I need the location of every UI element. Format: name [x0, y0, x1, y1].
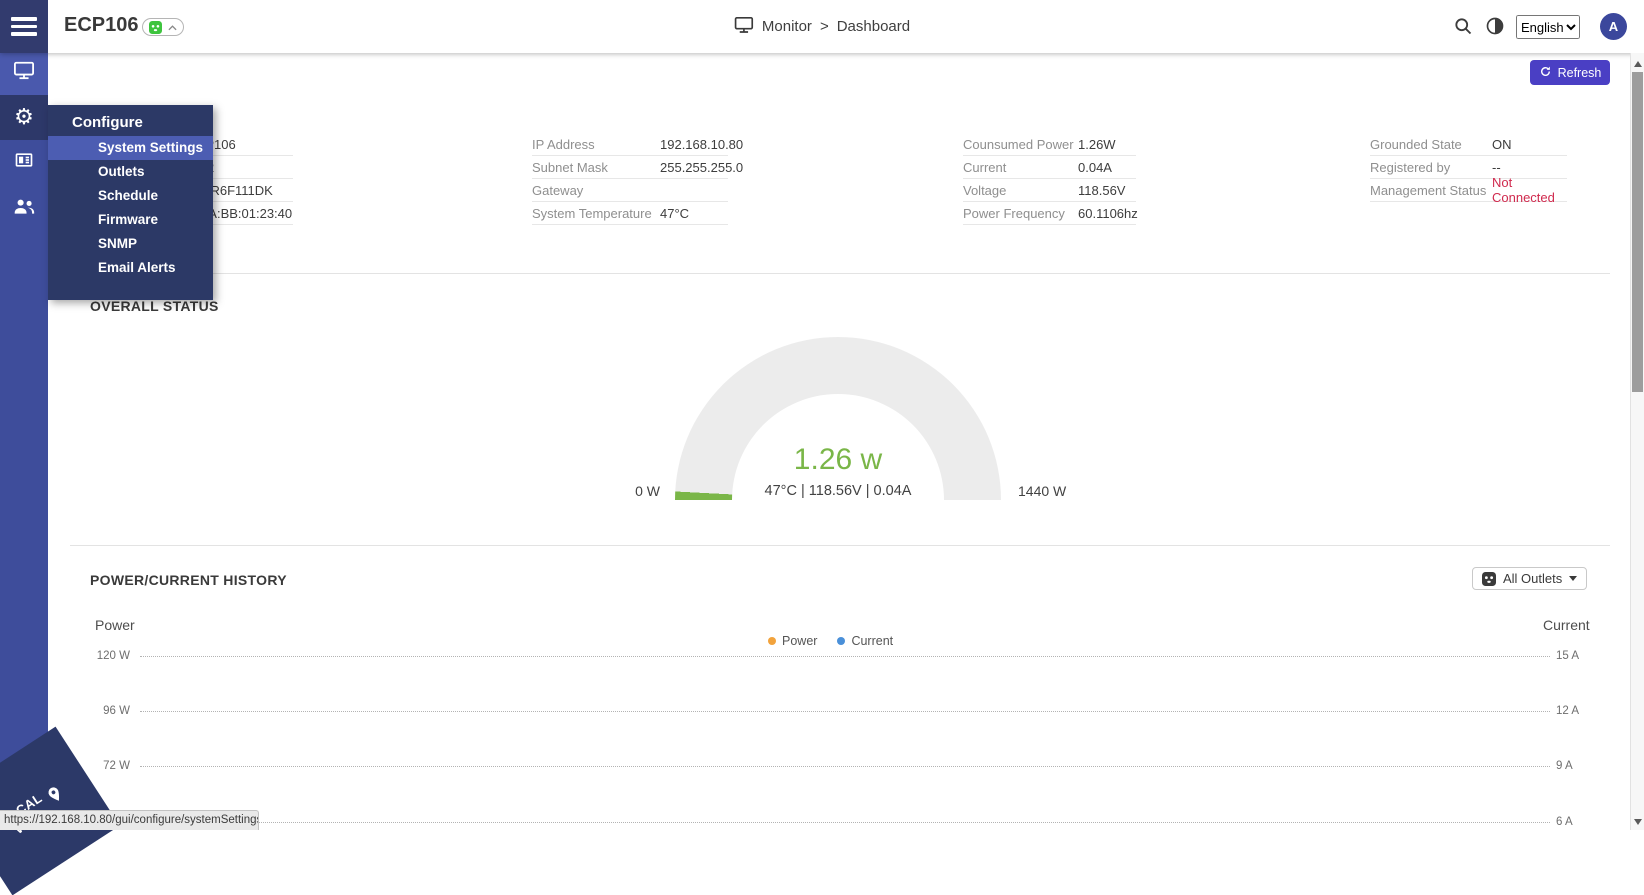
scroll-up-button[interactable] — [1631, 55, 1644, 72]
status-badge: Not Connected — [1492, 175, 1567, 205]
breadcrumb-separator: > — [820, 18, 829, 35]
chart-legend: Power Current — [768, 634, 893, 648]
menu-item-email-alerts[interactable]: Email Alerts — [48, 256, 213, 280]
gauge-min-label: 0 W — [600, 483, 660, 499]
scrollbar[interactable] — [1630, 53, 1644, 830]
search-button[interactable] — [1452, 16, 1474, 38]
triangle-down-icon — [1634, 819, 1642, 825]
hamburger-menu-button[interactable] — [0, 0, 48, 53]
right-axis-title: Current — [1543, 617, 1590, 633]
gauge-sub-label: 47°C | 118.56V | 0.04A — [675, 483, 1001, 499]
configure-menu-title: Configure — [48, 109, 213, 136]
breadcrumb-page[interactable]: Dashboard — [837, 18, 910, 35]
outlet-icon — [1482, 572, 1496, 586]
menu-item-system-settings[interactable]: System Settings — [48, 136, 213, 160]
refresh-label: Refresh — [1558, 66, 1602, 80]
current-series-dot — [837, 637, 845, 645]
avatar[interactable]: A — [1600, 13, 1627, 40]
all-outlets-dropdown[interactable]: All Outlets — [1472, 567, 1587, 590]
legend-item-current[interactable]: Current — [837, 634, 893, 648]
outlet-icon — [149, 21, 162, 34]
menu-item-firmware[interactable]: Firmware — [48, 208, 213, 232]
info-row-gateway: Gateway — [532, 179, 728, 202]
monitor-icon — [13, 60, 35, 85]
sidebar-item-configure[interactable]: ⚙ — [0, 95, 48, 140]
device-info-column-3: Counsumed Power1.26W Current0.04A Voltag… — [963, 133, 1136, 225]
sidebar: ⚙ — [0, 0, 48, 830]
info-row-voltage: Voltage118.56V — [963, 179, 1136, 202]
gauge-max-label: 1440 W — [1018, 483, 1066, 499]
info-row-current: Current0.04A — [963, 156, 1136, 179]
device-status-badge[interactable] — [142, 18, 184, 36]
chevron-down-icon — [1569, 576, 1577, 581]
status-bar-url: https://192.168.10.80/gui/configure/syst… — [0, 810, 259, 830]
news-icon — [14, 150, 34, 175]
gear-icon: ⚙ — [14, 107, 34, 129]
scroll-down-button[interactable] — [1631, 813, 1644, 830]
info-row-subnet-mask: Subnet Mask255.255.255.0 — [532, 156, 728, 179]
all-outlets-label: All Outlets — [1503, 571, 1562, 586]
language-select[interactable]: English — [1516, 15, 1580, 39]
configure-menu: Configure System Settings Outlets Schedu… — [48, 105, 213, 300]
power-series-dot — [768, 637, 776, 645]
menu-item-schedule[interactable]: Schedule — [48, 184, 213, 208]
history-heading: POWER/CURRENT HISTORY — [90, 572, 287, 588]
refresh-icon — [1539, 65, 1552, 81]
page-title: ECP106 — [64, 14, 139, 37]
users-icon — [13, 197, 35, 220]
power-gauge: 1.26 w 47°C | 118.56V | 0.04A — [675, 337, 1001, 500]
chart-gridline-row: 48 W 6 A — [80, 814, 1586, 830]
chart-gridline-row: 120 W 15 A — [80, 648, 1586, 664]
hamburger-icon — [11, 17, 37, 21]
info-row-system-temperature: System Temperature47°C — [532, 202, 728, 225]
top-bar: ECP106 Monitor > Dashboard English A — [0, 0, 1644, 53]
contrast-icon — [1485, 24, 1505, 39]
sidebar-item-monitor[interactable] — [0, 50, 48, 95]
breadcrumb-section[interactable]: Monitor — [762, 18, 812, 35]
left-axis-title: Power — [95, 617, 135, 633]
menu-item-outlets[interactable]: Outlets — [48, 160, 213, 184]
device-info-column-4: Grounded StateON Registered by-- Managem… — [1370, 133, 1567, 202]
info-row-power-frequency: Power Frequency60.1106hz — [963, 202, 1136, 225]
chevron-up-icon — [168, 18, 177, 36]
sidebar-item-users[interactable] — [0, 186, 48, 231]
section-divider — [70, 545, 1610, 546]
info-row-consumed-power: Counsumed Power1.26W — [963, 133, 1136, 156]
info-row-ip-address: IP Address192.168.10.80 — [532, 133, 728, 156]
refresh-button[interactable]: Refresh — [1530, 60, 1610, 85]
menu-item-snmp[interactable]: SNMP — [48, 232, 213, 256]
info-row-management-status: Management StatusNot Connected — [1370, 179, 1567, 202]
triangle-up-icon — [1634, 61, 1642, 67]
device-info-column-2: IP Address192.168.10.80 Subnet Mask255.2… — [532, 133, 728, 225]
sidebar-item-logs[interactable] — [0, 140, 48, 185]
gauge-value: 1.26 w — [675, 443, 1001, 477]
search-icon — [1453, 24, 1473, 39]
info-row-grounded-state: Grounded StateON — [1370, 133, 1567, 156]
legend-item-power[interactable]: Power — [768, 634, 817, 648]
breadcrumb: Monitor > Dashboard — [734, 0, 910, 53]
chart-gridline-row: 72 W 9 A — [80, 758, 1586, 774]
overall-status-heading: OVERALL STATUS — [90, 298, 219, 314]
contrast-toggle-button[interactable] — [1484, 16, 1506, 38]
section-divider — [70, 273, 1610, 274]
monitor-icon — [734, 15, 754, 38]
chart-gridline-row: 96 W 12 A — [80, 703, 1586, 719]
scrollbar-thumb[interactable] — [1632, 72, 1643, 392]
